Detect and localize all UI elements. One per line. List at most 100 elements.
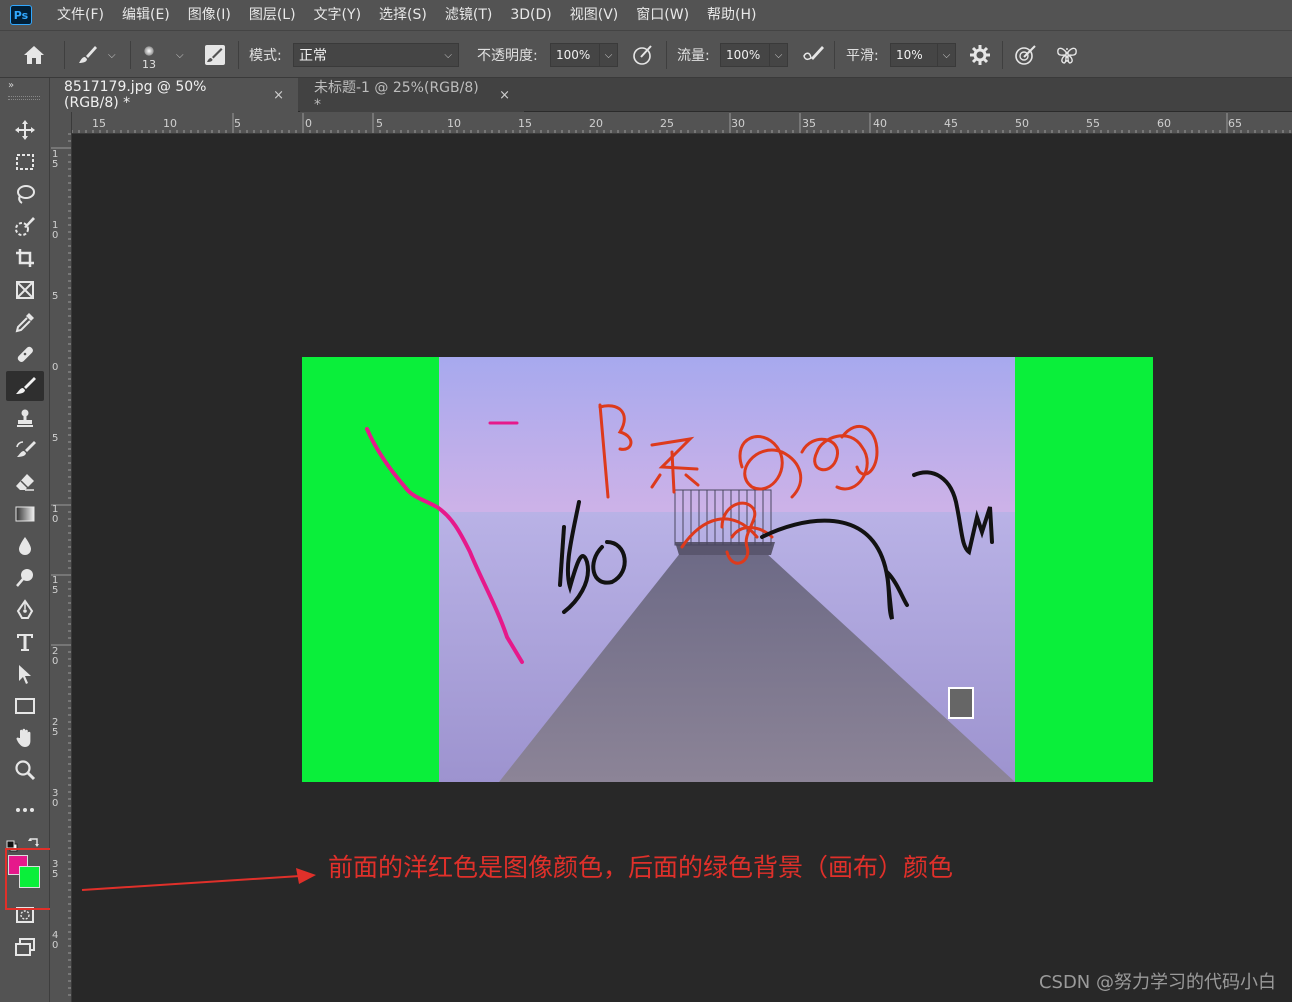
path-selection-tool[interactable] (6, 659, 44, 689)
ruler-label: 10 (52, 504, 59, 525)
marquee-tool[interactable] (6, 147, 44, 177)
tab-document-active[interactable]: 8517179.jpg @ 50%(RGB/8) * × (50, 78, 298, 112)
move-icon (15, 120, 35, 140)
history-brush-icon (16, 441, 36, 457)
edit-toolbar-button[interactable] (6, 795, 44, 825)
history-brush-tool[interactable] (6, 435, 44, 465)
rectangle-icon (15, 698, 35, 714)
smoothing-dropdown[interactable]: ⌵ (938, 43, 956, 67)
document-tabs: 8517179.jpg @ 50%(RGB/8) * × 未标题-1 @ 25%… (50, 78, 1292, 113)
menu-window[interactable]: 窗口(W) (627, 0, 698, 30)
tab-label: 8517179.jpg @ 50%(RGB/8) * (64, 79, 207, 111)
flow-dropdown[interactable]: ⌵ (770, 43, 788, 67)
brush-preset-icon (79, 46, 97, 63)
horizontal-ruler[interactable]: 15 10 5 0 5 10 15 20 25 30 35 40 45 50 55 60 65 (72, 112, 1292, 134)
home-button[interactable] (22, 31, 46, 79)
annotation-text: 前面的洋红色是图像颜色，后面的绿色背景（画布）颜色 (328, 853, 954, 882)
menu-edit[interactable]: 编辑(E) (113, 0, 179, 30)
airbrush-button[interactable] (801, 31, 825, 79)
brush-settings-button[interactable] (203, 31, 227, 79)
pressure-opacity-button[interactable] (632, 31, 654, 79)
dodge-tool[interactable] (6, 563, 44, 593)
ruler-label: 40 (873, 117, 887, 130)
ps-logo[interactable]: Ps (10, 5, 32, 25)
ruler-label: 15 (52, 149, 59, 170)
flow-label: 流量: (677, 48, 710, 64)
panel-collapse-icon[interactable]: » (8, 80, 14, 91)
ruler-label: 15 (52, 575, 59, 596)
ruler-label: 10 (52, 220, 59, 241)
blur-tool[interactable] (6, 531, 44, 561)
lasso-tool[interactable] (6, 179, 44, 209)
flow-input[interactable]: 100% (720, 43, 770, 67)
frame-tool[interactable] (6, 275, 44, 305)
brush-size-dropdown-icon[interactable]: ⌵ (176, 50, 184, 61)
more-icon (16, 808, 34, 812)
symmetry-button[interactable] (1055, 31, 1079, 79)
brush-panel-icon (205, 45, 225, 65)
opacity-dropdown[interactable]: ⌵ (600, 43, 618, 67)
close-icon[interactable]: × (273, 88, 284, 103)
hand-tool[interactable] (6, 723, 44, 753)
tab-label: 未标题-1 @ 25%(RGB/8) * (314, 80, 479, 113)
ruler-label: 0 (305, 117, 312, 130)
brush-icon (16, 377, 36, 394)
tab-document-untitled[interactable]: 未标题-1 @ 25%(RGB/8) * × (300, 78, 524, 113)
crop-tool[interactable] (6, 243, 44, 273)
zoom-icon (15, 760, 36, 781)
menu-select[interactable]: 选择(S) (370, 0, 436, 30)
quick-select-tool[interactable] (6, 211, 44, 241)
smoothing-options-button[interactable] (969, 31, 991, 79)
ruler-label: 45 (944, 117, 958, 130)
ruler-label: 5 (52, 433, 59, 444)
clone-stamp-tool[interactable] (6, 403, 44, 433)
ruler-label: 15 (92, 117, 106, 130)
brush-size-picker[interactable]: 13 (142, 31, 156, 79)
ruler-label: 0 (52, 362, 59, 373)
pressure-size-button[interactable] (1014, 31, 1038, 79)
opacity-input[interactable]: 100% (550, 43, 600, 67)
menu-help[interactable]: 帮助(H) (698, 0, 765, 30)
zoom-tool[interactable] (6, 755, 44, 785)
home-icon (24, 46, 44, 64)
brush-tool[interactable] (6, 371, 44, 401)
menu-image[interactable]: 图像(I) (179, 0, 240, 30)
gradient-tool[interactable] (6, 499, 44, 529)
panel-grip[interactable] (8, 96, 40, 100)
type-icon (17, 634, 33, 651)
smoothing-input[interactable]: 10% (890, 43, 938, 67)
airbrush-icon (803, 46, 824, 61)
path-select-icon (19, 665, 31, 684)
menu-file[interactable]: 文件(F) (48, 0, 113, 30)
type-tool[interactable] (6, 627, 44, 657)
close-icon[interactable]: × (499, 88, 510, 103)
menu-view[interactable]: 视图(V) (561, 0, 628, 30)
pen-icon (16, 599, 34, 619)
menu-layer[interactable]: 图层(L) (240, 0, 305, 30)
ruler-label: 50 (1015, 117, 1029, 130)
menu-bar: Ps 文件(F) 编辑(E) 图像(I) 图层(L) 文字(Y) 选择(S) 滤… (0, 0, 1292, 30)
screen-mode-button[interactable] (6, 932, 44, 962)
mode-select[interactable]: 正常 ⌵ (293, 43, 459, 67)
menu-3d[interactable]: 3D(D) (501, 0, 560, 30)
swap-colors-button[interactable] (27, 835, 41, 849)
eyedropper-tool[interactable] (6, 307, 44, 337)
ruler-label: 60 (1157, 117, 1171, 130)
healing-brush-tool[interactable] (6, 339, 44, 369)
tool-preset-picker[interactable]: ⌵ (76, 31, 116, 79)
eraser-icon (16, 474, 34, 491)
move-tool[interactable] (6, 115, 44, 145)
healing-icon (17, 346, 33, 362)
menu-filter[interactable]: 滤镜(T) (436, 0, 501, 30)
menu-type[interactable]: 文字(Y) (305, 0, 370, 30)
vertical-ruler[interactable]: 15 10 5 0 5 10 15 20 25 30 35 40 (50, 112, 72, 1002)
ruler-label: 15 (518, 117, 532, 130)
brush-strokes (365, 403, 994, 664)
ruler-label: 10 (447, 117, 461, 130)
rectangle-tool[interactable] (6, 691, 44, 721)
gradient-icon (15, 506, 35, 522)
eraser-tool[interactable] (6, 467, 44, 497)
pen-tool[interactable] (6, 595, 44, 625)
annotation-arrow (81, 868, 316, 891)
stamp-icon (17, 409, 33, 427)
